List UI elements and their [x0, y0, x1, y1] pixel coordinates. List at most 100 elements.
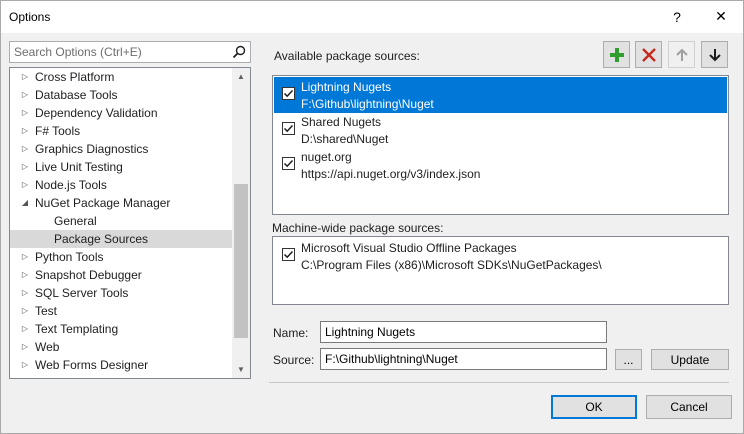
options-dialog: Options ? ✕ ▷ Cross Platform ▷ Database Too… [0, 0, 744, 434]
tree-item-label: NuGet Package Manager [35, 196, 171, 210]
tree-item-label: General [54, 214, 97, 228]
scroll-down-icon[interactable]: ▼ [232, 361, 250, 378]
collapsed-arrow-icon[interactable]: ▷ [20, 158, 30, 176]
collapsed-arrow-icon[interactable]: ▷ [20, 284, 30, 302]
source-input[interactable] [320, 348, 607, 370]
source-url: F:\Github\lightning\Nuget [301, 97, 434, 111]
tree-item[interactable]: ▷ Live Unit Testing [10, 158, 232, 176]
source-url: C:\Program Files (x86)\Microsoft SDKs\Nu… [301, 258, 602, 272]
available-sources-list: Lightning Nugets F:\Github\lightning\Nuge… [272, 75, 729, 215]
tree-item-label: Dependency Validation [35, 106, 158, 120]
move-up-button[interactable] [668, 41, 695, 68]
tree-item-label: F# Tools [35, 124, 81, 138]
tree-list: ▷ Cross Platform ▷ Database Tools ▷ Dependenc… [10, 68, 232, 378]
collapsed-arrow-icon[interactable]: ▷ [20, 374, 30, 378]
close-button[interactable]: ✕ [703, 1, 739, 32]
scroll-up-icon[interactable]: ▲ [232, 68, 250, 85]
name-label: Name: [273, 326, 309, 340]
tree-item[interactable]: ▷ Web Forms Designer [10, 356, 232, 374]
machine-wide-label: Machine-wide package sources: [272, 221, 444, 235]
source-name: nuget.org [301, 150, 352, 164]
tree-item[interactable]: ▷ Python Tools [10, 248, 232, 266]
tree-item-label: Python Tools [35, 250, 104, 264]
source-enabled-checkbox[interactable] [282, 87, 295, 100]
source-url: D:\shared\Nuget [301, 132, 389, 146]
tree-item-label: Web Forms Designer [35, 358, 149, 372]
checkmark-icon [283, 89, 294, 98]
update-button[interactable]: Update [651, 349, 729, 370]
source-enabled-checkbox[interactable] [282, 248, 295, 261]
search-input[interactable] [10, 42, 228, 62]
package-source-item[interactable]: Microsoft Visual Studio Offline Packages… [274, 238, 727, 274]
package-source-item[interactable]: Shared Nugets D:\shared\Nuget [274, 112, 727, 148]
package-source-item[interactable]: Lightning Nugets F:\Github\lightning\Nuge… [274, 77, 727, 113]
tree-item[interactable]: ▷ Web Performance Test Tools [10, 374, 232, 378]
source-name: Microsoft Visual Studio Offline Packages [301, 241, 517, 255]
tree-item-label: Database Tools [35, 88, 118, 102]
source-enabled-checkbox[interactable] [282, 122, 295, 135]
tree-item-label: Web [35, 340, 60, 354]
tree-item-label: Text Templating [35, 322, 119, 336]
tree-item[interactable]: ▷ Node.js Tools [10, 176, 232, 194]
source-name: Shared Nugets [301, 115, 382, 129]
tree-item[interactable]: General [10, 212, 232, 230]
move-down-button[interactable] [701, 41, 728, 68]
tree-item[interactable]: ◢ NuGet Package Manager [10, 194, 232, 212]
tree-item[interactable]: ▷ Web [10, 338, 232, 356]
tree-item-label: Package Sources [54, 232, 149, 246]
add-source-button[interactable] [603, 41, 630, 68]
tree-item-label: Web Performance Test Tools [35, 374, 188, 378]
collapsed-arrow-icon[interactable]: ▷ [20, 338, 30, 356]
tree-item[interactable]: ▷ Test [10, 302, 232, 320]
collapsed-arrow-icon[interactable]: ▷ [20, 302, 30, 320]
ok-button[interactable]: OK [551, 395, 637, 419]
browse-button[interactable]: ... [615, 349, 642, 370]
search-icon[interactable] [232, 45, 246, 59]
tree-item[interactable]: ▷ Text Templating [10, 320, 232, 338]
scroll-thumb[interactable] [234, 184, 248, 338]
tree-item[interactable]: Package Sources [10, 230, 232, 248]
collapsed-arrow-icon[interactable]: ▷ [20, 176, 30, 194]
collapsed-arrow-icon[interactable]: ▷ [20, 356, 30, 374]
cancel-button[interactable]: Cancel [646, 395, 732, 419]
source-enabled-checkbox[interactable] [282, 157, 295, 170]
window-title: Options [9, 10, 51, 24]
tree-item[interactable]: ▷ Snapshot Debugger [10, 266, 232, 284]
checkmark-icon [283, 159, 294, 168]
collapsed-arrow-icon[interactable]: ▷ [20, 320, 30, 338]
package-source-item[interactable]: nuget.org https://api.nuget.org/v3/index.… [274, 147, 727, 183]
collapsed-arrow-icon[interactable]: ▷ [20, 266, 30, 284]
tree-item-label: Node.js Tools [35, 178, 107, 192]
tree-item-label: Test [35, 304, 58, 318]
collapsed-arrow-icon[interactable]: ▷ [20, 86, 30, 104]
tree-item-label: SQL Server Tools [35, 286, 129, 300]
source-label: Source: [273, 353, 315, 367]
tree-item[interactable]: ▷ Cross Platform [10, 68, 232, 86]
tree-item[interactable]: ▷ Graphics Diagnostics [10, 140, 232, 158]
available-sources-label: Available package sources: [274, 49, 420, 63]
remove-x-icon [641, 47, 656, 62]
tree-item[interactable]: ▷ F# Tools [10, 122, 232, 140]
tree-item[interactable]: ▷ Database Tools [10, 86, 232, 104]
remove-source-button[interactable] [635, 41, 662, 68]
expanded-arrow-icon[interactable]: ◢ [20, 194, 30, 212]
checkmark-icon [283, 124, 294, 133]
collapsed-arrow-icon[interactable]: ▷ [20, 104, 30, 122]
name-input[interactable] [320, 321, 607, 343]
options-tree: ▷ Cross Platform ▷ Database Tools ▷ Dependenc… [9, 67, 251, 379]
search-box [9, 41, 251, 63]
tree-item[interactable]: ▷ Dependency Validation [10, 104, 232, 122]
machine-wide-sources-list: Microsoft Visual Studio Offline Packages… [272, 236, 729, 305]
help-button[interactable]: ? [659, 1, 695, 32]
collapsed-arrow-icon[interactable]: ▷ [20, 140, 30, 158]
tree-item[interactable]: ▷ SQL Server Tools [10, 284, 232, 302]
divider [269, 382, 729, 383]
tree-item-label: Live Unit Testing [35, 160, 123, 174]
plus-icon [609, 47, 624, 62]
arrow-down-icon [708, 48, 721, 61]
collapsed-arrow-icon[interactable]: ▷ [20, 68, 30, 86]
collapsed-arrow-icon[interactable]: ▷ [20, 248, 30, 266]
collapsed-arrow-icon[interactable]: ▷ [20, 122, 30, 140]
tree-scrollbar[interactable]: ▲ ▼ [232, 68, 250, 378]
tree-item-label: Cross Platform [35, 70, 115, 84]
